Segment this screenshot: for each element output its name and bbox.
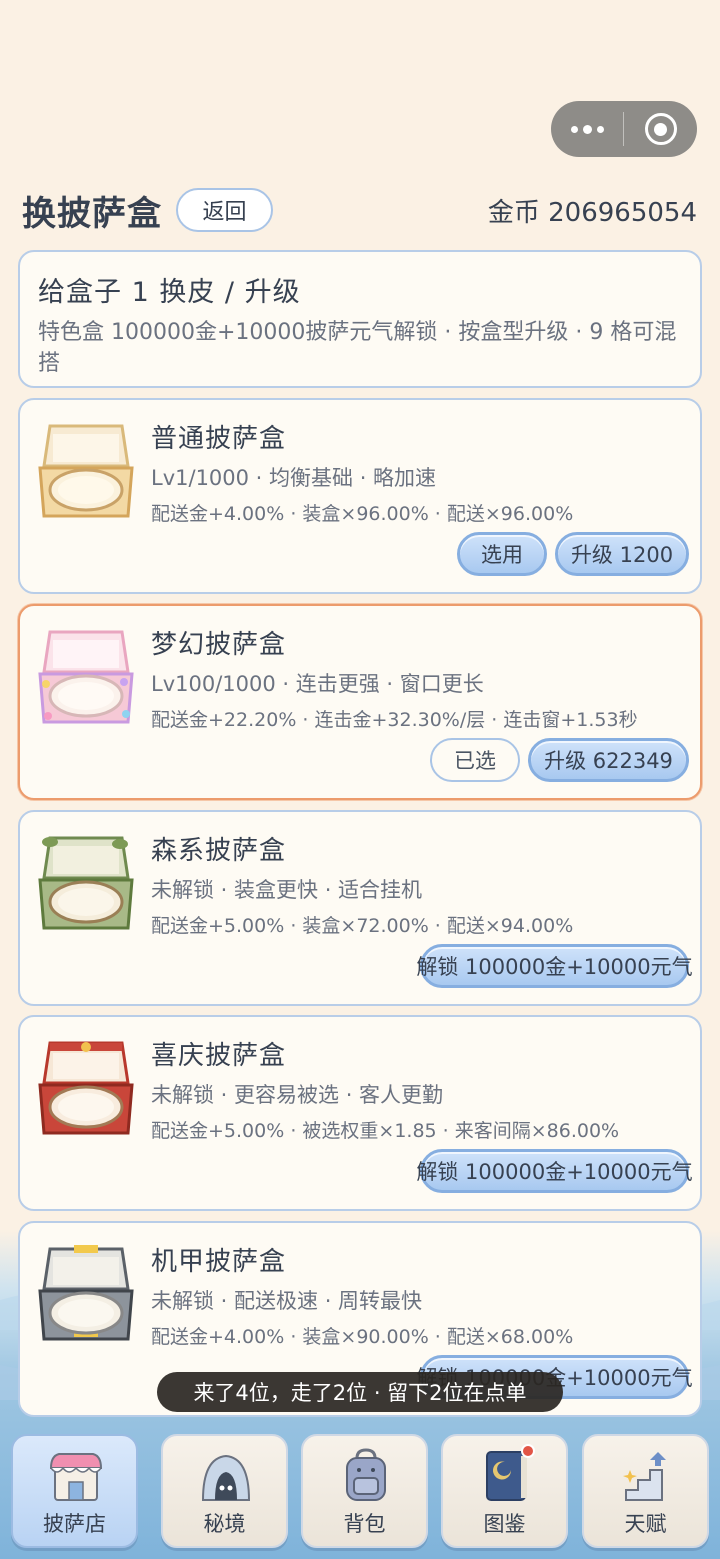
tab-label: 秘境	[203, 1512, 246, 1536]
box-name: 机甲披萨盒	[151, 1247, 287, 1277]
box-stats: 配送金+5.00% · 装盒×72.00% · 配送×94.00%	[151, 915, 574, 937]
box-card-festive: 喜庆披萨盒 未解锁 · 更容易被选 · 客人更勤 配送金+5.00% · 被选权…	[18, 1015, 702, 1211]
forest-pizza-box-icon	[38, 836, 134, 930]
cave-icon	[201, 1454, 251, 1501]
tab-label: 背包	[343, 1512, 386, 1536]
info-card: 给盒子 1 换皮 / 升级 特色盒 100000金+10000披萨元气解锁 · …	[18, 250, 702, 388]
selected-indicator-button[interactable]: 已选	[430, 738, 520, 782]
upgrade-button[interactable]: 升级 622349	[528, 738, 689, 782]
box-stats: 配送金+4.00% · 装盒×90.00% · 配送×68.00%	[151, 1326, 574, 1348]
tab-label: 披萨店	[43, 1512, 106, 1536]
festive-pizza-box-icon	[38, 1041, 134, 1135]
tab-collection[interactable]: 图鉴	[441, 1434, 568, 1548]
box-card-dream: 梦幻披萨盒 Lv100/1000 · 连击更强 · 窗口更长 配送金+22.20…	[18, 604, 702, 800]
close-miniprogram-button[interactable]	[624, 101, 697, 157]
box-name: 梦幻披萨盒	[151, 630, 287, 660]
visitor-toast: 来了4位，走了2位 · 留下2位在点单	[157, 1372, 563, 1412]
close-circle-icon	[644, 113, 677, 145]
box-tags: 未解锁 · 更容易被选 · 客人更勤	[151, 1083, 444, 1107]
normal-pizza-box-icon	[38, 424, 134, 518]
box-name: 普通披萨盒	[151, 424, 287, 454]
box-card-normal: 普通披萨盒 Lv1/1000 · 均衡基础 · 略加速 配送金+4.00% · …	[18, 398, 702, 594]
info-title: 给盒子 1 换皮 / 升级	[38, 277, 301, 308]
info-description: 特色盒 100000金+10000披萨元气解锁 · 按盒型升级 · 9 格可混搭	[38, 320, 677, 376]
box-tags: 未解锁 · 配送极速 · 周转最快	[151, 1289, 423, 1313]
backpack-icon	[346, 1448, 386, 1501]
miniprogram-capsule	[551, 101, 697, 157]
mecha-pizza-box-icon	[38, 1245, 134, 1341]
tab-secret-realm[interactable]: 秘境	[161, 1434, 288, 1548]
stairs-icon	[623, 1452, 666, 1501]
tab-label: 图鉴	[483, 1512, 526, 1536]
select-button[interactable]: 选用	[457, 532, 547, 576]
box-stats: 配送金+22.20% · 连击金+32.30%/层 · 连击窗+1.53秒	[151, 709, 638, 731]
unlock-button[interactable]: 解锁 100000金+10000元气	[416, 944, 693, 988]
box-stats: 配送金+5.00% · 被选权重×1.85 · 来客间隔×86.00%	[151, 1120, 620, 1142]
box-tags: 未解锁 · 装盒更快 · 适合挂机	[151, 878, 423, 902]
tab-pizza-shop[interactable]: 披萨店	[11, 1434, 138, 1548]
box-name: 森系披萨盒	[151, 836, 287, 866]
upgrade-button[interactable]: 升级 1200	[555, 532, 689, 576]
box-card-forest: 森系披萨盒 未解锁 · 装盒更快 · 适合挂机 配送金+5.00% · 装盒×7…	[18, 810, 702, 1006]
page-title: 换披萨盒	[22, 194, 162, 234]
tab-label: 天赋	[624, 1512, 667, 1536]
box-stats: 配送金+4.00% · 装盒×96.00% · 配送×96.00%	[151, 503, 574, 525]
unlock-button[interactable]: 解锁 100000金+10000元气	[416, 1149, 693, 1193]
box-tags: Lv100/1000 · 连击更强 · 窗口更长	[151, 672, 484, 696]
tab-backpack[interactable]: 背包	[301, 1434, 428, 1548]
pizza-shop-icon	[49, 1453, 103, 1501]
box-name: 喜庆披萨盒	[151, 1041, 287, 1071]
tab-talent[interactable]: 天赋	[582, 1434, 709, 1548]
box-tags: Lv1/1000 · 均衡基础 · 略加速	[151, 466, 437, 490]
notification-dot	[521, 1444, 535, 1458]
coin-balance: 金币 206965054	[487, 198, 697, 228]
dream-pizza-box-icon	[38, 630, 134, 724]
back-button[interactable]: 返回	[176, 188, 273, 232]
more-options-button[interactable]	[551, 101, 623, 157]
